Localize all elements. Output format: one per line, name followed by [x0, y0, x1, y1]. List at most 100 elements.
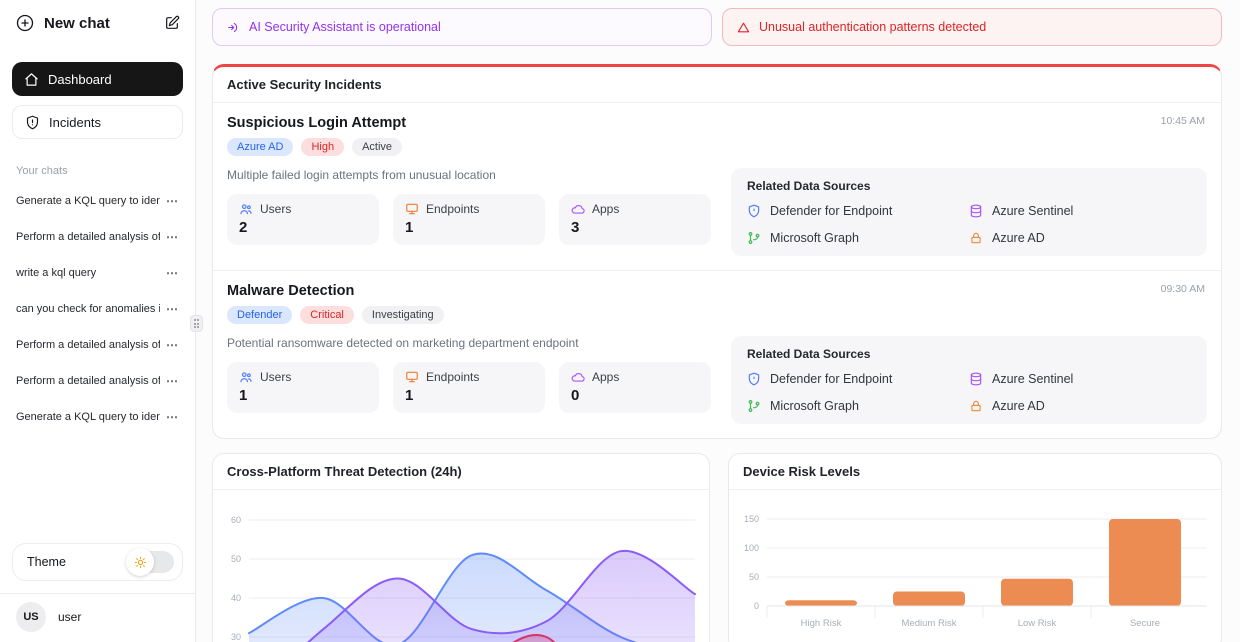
- svg-text:30: 30: [231, 632, 241, 642]
- theme-row: Theme: [12, 543, 183, 581]
- stat-tile-endpoints: Endpoints 1: [393, 362, 545, 413]
- chat-item-menu-icon[interactable]: ⋯: [166, 410, 179, 424]
- svg-text:50: 50: [231, 554, 241, 564]
- incident-time: 09:30 AM: [1161, 283, 1205, 295]
- svg-text:40: 40: [231, 593, 241, 603]
- incident-row[interactable]: Malware Detection 09:30 AM Defender Crit…: [213, 270, 1221, 438]
- data-source-item: Defender for Endpoint: [747, 204, 969, 218]
- incident-description: Potential ransomware detected on marketi…: [227, 336, 711, 350]
- chat-history-item[interactable]: Generate a KQL query to identify unusua …: [12, 399, 183, 435]
- device-risk-chart-card: Device Risk Levels 050100150High RiskMed…: [728, 453, 1222, 642]
- incidents-card-title: Active Security Incidents: [213, 67, 1221, 103]
- theme-toggle[interactable]: [128, 551, 174, 573]
- chat-history-item[interactable]: Generate a KQL query to identify unusua …: [12, 183, 183, 219]
- assistant-status-banner: AI Security Assistant is operational: [212, 8, 712, 46]
- assistant-status-text: AI Security Assistant is operational: [249, 20, 441, 34]
- new-chat-row[interactable]: New chat: [12, 10, 183, 32]
- sidebar-item-incidents[interactable]: Incidents: [12, 105, 183, 139]
- chat-history-item[interactable]: Perform a detailed analysis of incident …: [12, 327, 183, 363]
- git-branch-icon: [747, 399, 761, 413]
- cloud-icon: [571, 370, 585, 384]
- stat-value: 0: [571, 387, 699, 404]
- data-source-item: Azure Sentinel: [969, 204, 1191, 218]
- alert-banner-text: Unusual authentication patterns detected: [759, 20, 986, 34]
- theme-label: Theme: [27, 555, 66, 569]
- shield-icon: [747, 204, 761, 218]
- stat-value: 3: [571, 219, 699, 236]
- severity-badge: High: [301, 138, 344, 156]
- status-badge: Active: [352, 138, 402, 156]
- incident-title: Suspicious Login Attempt: [227, 115, 1207, 131]
- svg-text:0: 0: [754, 601, 759, 611]
- nav-label: Incidents: [49, 115, 101, 130]
- theme-toggle-knob[interactable]: [126, 548, 154, 576]
- chat-history-item[interactable]: Perform a detailed analysis of incident …: [12, 363, 183, 399]
- incident-description: Multiple failed login attempts from unus…: [227, 168, 711, 182]
- incident-row[interactable]: Suspicious Login Attempt 10:45 AM Azure …: [213, 103, 1221, 270]
- active-incidents-card: Active Security Incidents Suspicious Log…: [212, 64, 1222, 439]
- threat-detection-chart: 6050403020: [213, 490, 709, 642]
- stat-value: 2: [239, 219, 367, 236]
- svg-text:100: 100: [744, 543, 759, 553]
- svg-text:50: 50: [749, 572, 759, 582]
- plus-circle-icon[interactable]: [16, 14, 34, 32]
- warning-triangle-icon: [737, 21, 750, 34]
- chat-item-menu-icon[interactable]: ⋯: [166, 194, 179, 208]
- incident-title: Malware Detection: [227, 283, 1207, 299]
- data-source-item: Azure AD: [969, 399, 1191, 413]
- svg-text:Secure: Secure: [1130, 618, 1160, 629]
- users-icon: [239, 202, 253, 216]
- incident-stats: Users 1 Endpoints: [227, 362, 711, 413]
- stat-value: 1: [405, 219, 533, 236]
- status-badge: Investigating: [362, 306, 444, 324]
- chat-item-menu-icon[interactable]: ⋯: [166, 266, 179, 280]
- status-banners: AI Security Assistant is operational Unu…: [212, 8, 1222, 46]
- login-arrow-icon: [227, 21, 240, 34]
- user-row[interactable]: US user: [0, 593, 195, 642]
- stat-value: 1: [239, 387, 367, 404]
- chat-history-item[interactable]: Perform a detailed analysis of incident …: [12, 219, 183, 255]
- related-data-sources-panel: Related Data Sources Defender for Endpoi…: [731, 168, 1207, 256]
- compose-icon[interactable]: [163, 14, 181, 32]
- svg-text:Medium Risk: Medium Risk: [902, 618, 957, 629]
- data-source-item: Azure Sentinel: [969, 372, 1191, 386]
- lock-icon: [969, 399, 983, 413]
- chat-history-list: Generate a KQL query to identify unusua …: [12, 183, 183, 435]
- sidebar-footer: Theme US user: [12, 543, 183, 642]
- device-risk-chart-title: Device Risk Levels: [729, 454, 1221, 490]
- stat-value: 1: [405, 387, 533, 404]
- monitor-icon: [405, 370, 419, 384]
- nav-label: Dashboard: [48, 72, 112, 87]
- alert-banner: Unusual authentication patterns detected: [722, 8, 1222, 46]
- sidebar-nav: Dashboard Incidents: [12, 62, 183, 139]
- chat-item-menu-icon[interactable]: ⋯: [166, 230, 179, 244]
- user-name: user: [58, 610, 81, 624]
- chat-item-menu-icon[interactable]: ⋯: [166, 302, 179, 316]
- threat-chart-title: Cross-Platform Threat Detection (24h): [213, 454, 709, 490]
- chat-item-menu-icon[interactable]: ⋯: [166, 338, 179, 352]
- sidebar-item-dashboard[interactable]: Dashboard: [12, 62, 183, 96]
- home-icon: [24, 72, 39, 87]
- chats-heading: Your chats: [12, 165, 183, 177]
- sidebar-resize-handle[interactable]: [190, 315, 203, 332]
- sun-icon: [134, 556, 147, 569]
- stat-tile-users: Users 2: [227, 194, 379, 245]
- severity-badge: Critical: [300, 306, 354, 324]
- device-risk-bar-chart: 050100150High RiskMedium RiskLow RiskSec…: [729, 490, 1221, 642]
- data-source-item: Azure AD: [969, 231, 1191, 245]
- chat-history-item[interactable]: can you check for anomalies indicating ⋯: [12, 291, 183, 327]
- incident-time: 10:45 AM: [1161, 115, 1205, 127]
- database-icon: [969, 372, 983, 386]
- chat-item-menu-icon[interactable]: ⋯: [166, 374, 179, 388]
- lock-icon: [969, 231, 983, 245]
- source-badge: Azure AD: [227, 138, 293, 156]
- avatar: US: [16, 602, 46, 632]
- svg-text:High Risk: High Risk: [801, 618, 842, 629]
- stat-tile-apps: Apps 3: [559, 194, 711, 245]
- stat-tile-users: Users 1: [227, 362, 379, 413]
- git-branch-icon: [747, 231, 761, 245]
- shield-icon: [747, 372, 761, 386]
- users-icon: [239, 370, 253, 384]
- chat-history-item[interactable]: write a kql query ⋯: [12, 255, 183, 291]
- data-source-item: Microsoft Graph: [747, 399, 969, 413]
